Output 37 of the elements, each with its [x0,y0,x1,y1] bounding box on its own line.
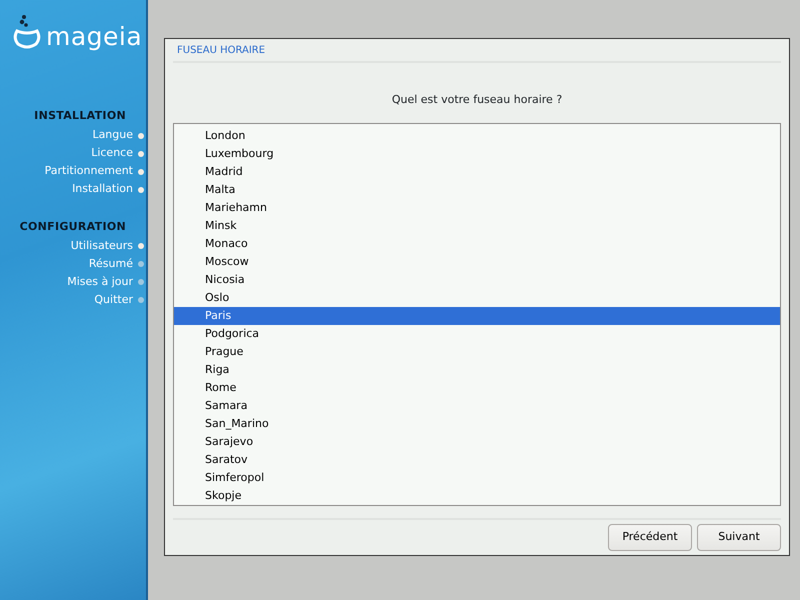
nav-button[interactable]: Précédent [608,524,692,551]
timezone-item[interactable]: Riga [174,361,780,379]
timezone-item[interactable]: Minsk [174,217,780,235]
nav-button[interactable]: Suivant [697,524,781,551]
cauldron-logo-icon [12,14,42,50]
logo-wordmark: mageia [46,24,142,48]
section-heading: CONFIGURATION [18,218,126,234]
section-heading: INSTALLATION [33,108,126,124]
step-label: Installation [72,181,133,198]
step-label: Utilisateurs [70,238,133,254]
step-label: Mises à jour [67,274,133,290]
timezone-item[interactable]: Skopje [174,487,780,505]
timezone-item[interactable]: Madrid [174,163,780,181]
timezone-item[interactable]: Prague [174,343,780,361]
step-label: Partitionnement [44,163,133,180]
timezone-item[interactable]: Saratov [174,451,780,469]
timezone-item[interactable]: Malta [174,181,780,199]
timezone-item[interactable]: Sarajevo [174,433,780,451]
step-label: Résumé [88,256,133,272]
timezone-item[interactable]: Paris [174,307,780,325]
timezone-item[interactable]: Monaco [174,235,780,253]
step-label: Langue [92,127,133,144]
question-text: Quel est votre fuseau horaire ? [390,93,564,106]
timezone-item[interactable]: Podgorica [174,325,780,343]
timezone-item[interactable]: Mariehamn [174,199,780,217]
step-label: Licence [91,145,133,162]
timezone-item[interactable]: Luxembourg [174,145,780,163]
timezone-item[interactable]: Samara [174,397,780,415]
step-label: Quitter [94,292,133,308]
timezone-item[interactable]: San_Marino [174,415,780,433]
timezone-item[interactable]: London [174,127,780,145]
timezone-item[interactable]: Rome [174,379,780,397]
timezone-item[interactable]: Moscow [174,253,780,271]
timezone-item[interactable]: Nicosia [174,271,780,289]
timezone-item[interactable]: Oslo [174,289,780,307]
dialog-title: FUSEAU HORAIRE [173,43,781,63]
timezone-item[interactable]: Simferopol [174,469,780,487]
